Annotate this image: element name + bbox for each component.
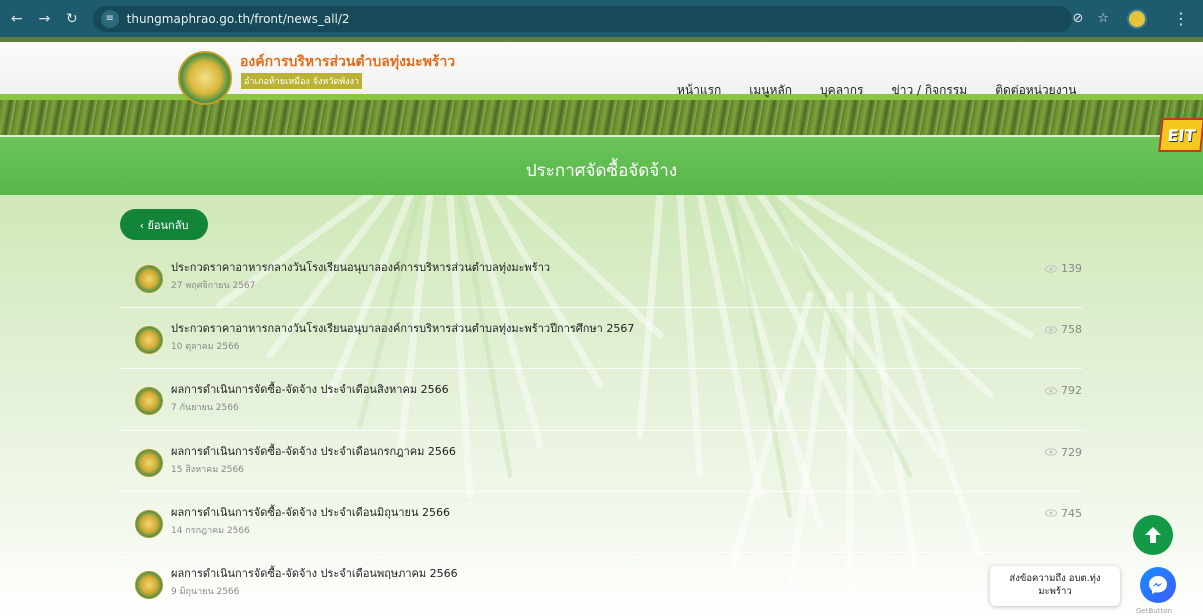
nav-item-contact[interactable]: ติดต่อหน่วยงาน: [995, 81, 1076, 100]
news-item[interactable]: ผลการดำเนินการจัดซื้อ-จัดจ้าง ประจำเดือน…: [120, 553, 1082, 615]
messenger-icon: [1149, 576, 1167, 594]
view-count: 729: [1061, 445, 1082, 459]
main-nav: หน้าแรก เมนูหลัก บุคลากร ข่าว / กิจกรรม …: [677, 81, 1105, 100]
news-title[interactable]: ผลการดำเนินการจัดซื้อ-จัดจ้าง ประจำเดือน…: [171, 503, 450, 521]
news-title[interactable]: ประกวดราคาอาหารกลางวันโรงเรียนอนุบาลองค์…: [171, 319, 634, 337]
eye-icon: [1045, 448, 1057, 456]
forward-arrow-icon[interactable]: →: [34, 8, 56, 30]
nav-item-news[interactable]: ข่าว / กิจกรรม: [892, 81, 968, 100]
news-views: 745: [1045, 507, 1082, 520]
arrow-up-icon: [1145, 527, 1161, 543]
news-logo-icon: [135, 570, 163, 599]
site-header: องค์การบริหารส่วนตำบลทุ่งมะพร้าว อำเภอท้…: [0, 37, 1203, 135]
news-views: 758: [1045, 323, 1082, 336]
news-logo-icon: [135, 326, 163, 355]
getbutton-credit[interactable]: GetButton: [1136, 607, 1172, 615]
news-date: 15 สิงหาคม 2566: [171, 464, 244, 475]
url-text: thungmaphrao.go.th/front/news_all/2: [126, 11, 350, 26]
news-title[interactable]: ผลการดำเนินการจัดซื้อ-จัดจ้าง ประจำเดือน…: [171, 564, 458, 582]
header-landscape: [0, 100, 1203, 135]
eit-badge[interactable]: EIT: [1158, 118, 1203, 152]
news-date: 14 กรกฎาคม 2566: [171, 525, 250, 536]
page-title: ประกาศจัดซื้อจัดจ้าง: [525, 161, 678, 181]
site-logo[interactable]: [178, 51, 232, 105]
news-logo-icon: [135, 387, 163, 416]
view-count: 139: [1061, 262, 1082, 275]
site-title[interactable]: องค์การบริหารส่วนตำบลทุ่งมะพร้าว: [240, 51, 455, 73]
eye-off-icon[interactable]: ⊘: [1072, 11, 1083, 26]
eye-icon: [1045, 264, 1057, 273]
nav-item-home[interactable]: หน้าแรก: [677, 81, 721, 100]
content-area: ‹ ย้อนกลับ ประกวดราคาอาหารกลางวันโรงเรีย…: [0, 195, 1203, 616]
messenger-button[interactable]: [1140, 567, 1176, 603]
view-count: 792: [1061, 384, 1082, 398]
browser-toolbar: ← → ↻ ≡ thungmaphrao.go.th/front/news_al…: [0, 0, 1203, 37]
news-views: 139: [1045, 262, 1082, 275]
eye-icon: [1045, 325, 1057, 334]
profile-avatar[interactable]: [1127, 8, 1147, 29]
news-logo-icon: [135, 509, 163, 538]
news-logo-icon: [135, 265, 163, 293]
news-item[interactable]: ประกวดราคาอาหารกลางวันโรงเรียนอนุบาลองค์…: [120, 308, 1082, 370]
news-logo-icon: [135, 448, 163, 477]
news-views: 729: [1045, 446, 1082, 459]
news-title[interactable]: ผลการดำเนินการจัดซื้อ-จัดจ้าง ประจำเดือน…: [171, 442, 456, 460]
news-item[interactable]: ประกวดราคาอาหารกลางวันโรงเรียนอนุบาลองค์…: [120, 247, 1082, 309]
chat-prompt[interactable]: ส่งข้อความถึง อบต.ทุ่งมะพร้าว: [990, 566, 1120, 606]
news-title[interactable]: ประกวดราคาอาหารกลางวันโรงเรียนอนุบาลองค์…: [171, 258, 550, 276]
nav-item-main-menu[interactable]: เมนูหลัก: [749, 81, 792, 100]
page-banner: ประกาศจัดซื้อจัดจ้าง: [0, 135, 1203, 195]
back-arrow-icon[interactable]: ←: [6, 8, 28, 30]
site-settings-icon[interactable]: ≡: [100, 9, 119, 28]
news-item[interactable]: ผลการดำเนินการจัดซื้อ-จัดจ้าง ประจำเดือน…: [120, 369, 1082, 431]
scroll-to-top-button[interactable]: [1133, 515, 1173, 555]
view-count: 758: [1061, 323, 1082, 337]
news-views: 792: [1045, 384, 1082, 397]
address-bar[interactable]: ≡ thungmaphrao.go.th/front/news_all/2: [92, 5, 1073, 32]
back-button[interactable]: ‹ ย้อนกลับ: [120, 209, 208, 240]
news-title[interactable]: ผลการดำเนินการจัดซื้อ-จัดจ้าง ประจำเดือน…: [171, 380, 449, 398]
news-item[interactable]: ผลการดำเนินการจัดซื้อ-จัดจ้าง ประจำเดือน…: [120, 431, 1082, 492]
star-icon[interactable]: ☆: [1097, 11, 1109, 26]
nav-item-personnel[interactable]: บุคลากร: [820, 81, 863, 100]
news-list: ประกวดราคาอาหารกลางวันโรงเรียนอนุบาลองค์…: [120, 247, 1082, 615]
eye-icon: [1045, 387, 1057, 395]
news-item[interactable]: ผลการดำเนินการจัดซื้อ-จัดจ้าง ประจำเดือน…: [120, 492, 1082, 553]
menu-dots-icon[interactable]: ⋮: [1173, 9, 1189, 28]
view-count: 745: [1061, 506, 1082, 520]
site-subtitle: อำเภอท้ายเหมือง จังหวัดพังงา: [241, 73, 363, 89]
eye-icon: [1045, 509, 1057, 518]
news-date: 10 ตุลาคม 2566: [171, 342, 240, 353]
news-date: 9 มิถุนายน 2566: [171, 586, 240, 597]
reload-icon[interactable]: ↻: [61, 8, 83, 30]
news-date: 27 พฤศจิกายน 2567: [171, 281, 256, 291]
news-date: 7 กันยายน 2566: [171, 403, 239, 414]
